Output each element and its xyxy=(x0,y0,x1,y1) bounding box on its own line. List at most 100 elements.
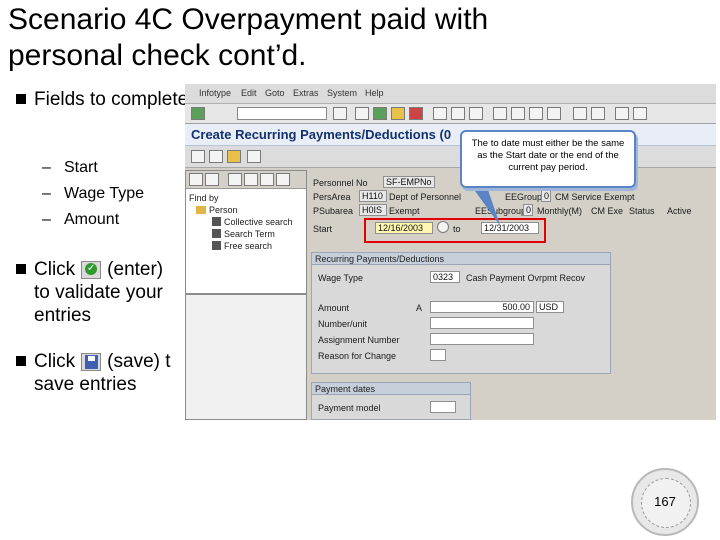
recurring-payments-box: Recurring Payments/Deductions Wage Type … xyxy=(311,252,611,374)
menu-goto[interactable]: Goto xyxy=(265,88,285,98)
sap-standard-toolbar xyxy=(185,104,716,124)
back-arrow-icon[interactable] xyxy=(189,173,203,186)
sub-bullet-amount: – Amount xyxy=(42,211,120,228)
object-manager-tree: Find by Person Collective search Search … xyxy=(185,170,307,294)
personnel-no-field: SF-EMPNo xyxy=(383,176,435,188)
find-icon[interactable] xyxy=(451,107,465,120)
new-session-icon[interactable] xyxy=(573,107,587,120)
copy-icon[interactable] xyxy=(209,150,223,163)
slide-title: Scenario 4C Overpayment paid with person… xyxy=(8,2,608,74)
sub-bullet-amount-text: Amount xyxy=(64,211,120,228)
cancel-icon[interactable] xyxy=(409,107,423,120)
print-icon[interactable] xyxy=(433,107,447,120)
tree-item-free-search-label: Free search xyxy=(224,241,273,251)
payment-dates-box: Payment dates Payment model xyxy=(311,382,471,420)
find-by-label: Find by xyxy=(189,193,219,203)
binoculars-icon xyxy=(212,241,221,250)
tree-item-person[interactable]: Person xyxy=(196,205,238,215)
bullet-enter-purpose: to validate your entries xyxy=(34,282,163,326)
amount-sign: A xyxy=(416,303,423,313)
pers-area-field: H110 xyxy=(359,190,387,202)
binoculars-icon xyxy=(212,217,221,226)
command-field[interactable] xyxy=(237,107,327,120)
edit-icon[interactable] xyxy=(227,150,241,163)
assignment-number-label: Assignment Number xyxy=(318,335,400,345)
slide-title-line-1: Scenario 4C Overpayment paid with xyxy=(8,3,489,36)
sap-title-bar: Create Recurring Payments/Deductions (0 xyxy=(185,124,716,146)
tree-tool-icon[interactable] xyxy=(260,173,274,186)
page-number: 167 xyxy=(654,494,676,509)
payment-model-label: Payment model xyxy=(318,403,381,413)
exit-icon[interactable] xyxy=(391,107,405,120)
tree-item-search-term-label: Search Term xyxy=(224,229,275,239)
amount-input[interactable]: 500.00 xyxy=(430,301,534,313)
recurring-box-title: Recurring Payments/Deductions xyxy=(312,253,610,265)
settings-icon[interactable] xyxy=(247,150,261,163)
payment-dates-title: Payment dates xyxy=(312,383,470,395)
wage-type-label: Wage Type xyxy=(318,273,364,283)
tree-item-free-search[interactable]: Free search xyxy=(212,241,272,251)
sap-menubar: Infotype Edit Goto Extras System Help xyxy=(185,84,716,104)
first-page-icon[interactable] xyxy=(493,107,507,120)
date-highlight-box xyxy=(364,218,546,243)
currency-input[interactable]: USD xyxy=(536,301,564,313)
pers-area-label: PersArea xyxy=(313,192,351,202)
ee-subgroup-text: Monthly(M) xyxy=(537,206,583,216)
screen-title: Create Recurring Payments/Deductions (0 xyxy=(191,127,452,142)
menu-system[interactable]: System xyxy=(327,88,357,98)
prev-page-icon[interactable] xyxy=(511,107,525,120)
last-page-icon[interactable] xyxy=(547,107,561,120)
menu-extras[interactable]: Extras xyxy=(293,88,319,98)
tree-tool-icon[interactable] xyxy=(276,173,290,186)
layout-icon[interactable] xyxy=(633,107,647,120)
tree-tool-icon[interactable] xyxy=(244,173,258,186)
sap-application-toolbar xyxy=(185,146,716,168)
tree-item-collective-search-label: Collective search xyxy=(224,217,293,227)
ee-group-label: EEGroup xyxy=(505,192,543,202)
date-callout: The to date must either be the same as t… xyxy=(460,130,636,188)
number-unit-input[interactable] xyxy=(430,317,534,329)
reason-for-change-label: Reason for Change xyxy=(318,351,397,361)
find-next-icon[interactable] xyxy=(469,107,483,120)
folder-icon xyxy=(196,206,206,214)
payment-model-input[interactable] xyxy=(430,401,456,413)
reason-for-change-input[interactable] xyxy=(430,349,446,361)
status-value: Active xyxy=(667,206,692,216)
slide-title-line-2: personal check cont’d. xyxy=(8,39,307,72)
forward-arrow-icon[interactable] xyxy=(205,173,219,186)
wage-type-text: Cash Payment Ovrpmt Recov xyxy=(466,273,586,283)
tree-item-collective-search[interactable]: Collective search xyxy=(212,217,293,227)
ee-group-field: 0 xyxy=(541,190,551,202)
binoculars-icon xyxy=(212,229,221,238)
save-button[interactable] xyxy=(355,107,369,120)
bullet-square-icon xyxy=(16,264,26,274)
hit-list-panel xyxy=(185,294,307,420)
help-icon[interactable] xyxy=(615,107,629,120)
ee-group-text: CM Service Exempt xyxy=(555,192,635,202)
next-page-icon[interactable] xyxy=(529,107,543,120)
wage-type-input[interactable]: 0323 xyxy=(430,271,460,283)
shortcut-icon[interactable] xyxy=(591,107,605,120)
sub-bullet-start: – Start xyxy=(42,159,98,176)
menu-infotype[interactable]: Infotype xyxy=(199,88,231,98)
dropdown-icon[interactable] xyxy=(333,107,347,120)
sub-bullet-wage-type: – Wage Type xyxy=(42,185,145,202)
menu-help[interactable]: Help xyxy=(365,88,384,98)
pers-area-text: Dept of Personnel xyxy=(389,192,462,202)
enter-button[interactable] xyxy=(191,107,205,120)
tree-tool-icon[interactable] xyxy=(228,173,242,186)
overview-icon[interactable] xyxy=(191,150,205,163)
bullet-square-icon xyxy=(16,356,26,366)
tree-toolbar xyxy=(186,171,306,189)
back-icon[interactable] xyxy=(373,107,387,120)
save-icon xyxy=(81,352,102,371)
tree-item-search-term[interactable]: Search Term xyxy=(212,229,275,239)
menu-edit[interactable]: Edit xyxy=(241,88,257,98)
ps-subarea-text: Exempt xyxy=(389,206,420,216)
infotype-form: Personnel No SF-EMPNo PersArea H110 Dept… xyxy=(309,170,716,420)
enter-icon: ✓ xyxy=(81,260,102,279)
tree-item-person-label: Person xyxy=(209,205,238,215)
status-label: Status xyxy=(629,206,655,216)
assignment-number-input[interactable] xyxy=(430,333,534,345)
bullet-enter-label: (enter) xyxy=(107,259,164,280)
